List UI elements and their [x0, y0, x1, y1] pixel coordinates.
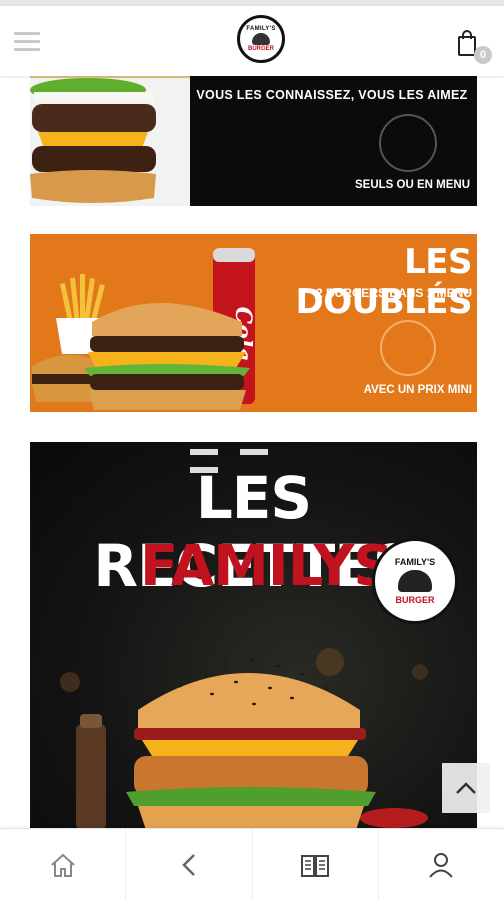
brand-seal: FAMILY'S BURGER — [372, 538, 458, 624]
double-burger-image — [30, 76, 190, 206]
back-arrow-icon — [182, 853, 195, 876]
nav-account-button[interactable] — [379, 829, 504, 900]
banner-title: LES DOUBLÉS — [295, 242, 472, 322]
banner-les-classiques[interactable]: VOUS LES CONNAISSEZ, VOUS LES AIMEZ SEUL… — [30, 76, 477, 206]
chevron-up-icon — [456, 782, 476, 794]
brand-seal-icon — [379, 114, 437, 172]
banner-title-line2: FAMILYS — [140, 534, 394, 599]
banner-tagline: VOUS LES CONNAISSEZ, VOUS LES AIMEZ — [196, 88, 468, 102]
burger-icon — [398, 570, 432, 592]
brand-seal-icon — [380, 320, 436, 376]
nav-menu-button[interactable] — [253, 829, 379, 900]
hamburger-icon[interactable] — [14, 32, 40, 52]
home-icon — [50, 853, 75, 877]
nav-back-button[interactable] — [126, 829, 253, 900]
banner-footer: SEULS OU EN MENU — [354, 179, 470, 191]
seal-text-top: FAMILY'S — [394, 557, 436, 567]
banner-les-doubles[interactable]: Cola LES DOUBLÉS 2 BURGERS DANS 1 MENU A… — [30, 234, 477, 412]
decor-bars — [190, 442, 320, 473]
banner-les-recettes[interactable]: LES RECETTES FAMILYS FAMILY'S BURGER — [30, 442, 477, 830]
user-icon — [429, 852, 454, 878]
chicken-burger-image — [60, 648, 428, 830]
banner-subtitle: 2 BURGERS DANS 1 MENU — [315, 286, 472, 300]
app-header: FAMILY'S BURGER 0 — [0, 6, 504, 76]
book-menu-icon — [301, 854, 330, 877]
banner-footer: AVEC UN PRIX MINI — [363, 384, 472, 396]
cart-count-badge: 0 — [474, 46, 492, 64]
cart-button[interactable]: 0 — [456, 30, 496, 66]
bottom-navigation — [0, 828, 504, 900]
burger-icon — [252, 33, 270, 45]
doubles-menu-image: Cola — [32, 248, 256, 410]
seal-text-bottom: BURGER — [395, 595, 435, 605]
logo-text-bottom: BURGER — [247, 46, 274, 52]
logo-text-top: FAMILY'S — [246, 26, 276, 32]
scroll-to-top-button[interactable] — [442, 763, 490, 813]
nav-home-button[interactable] — [0, 829, 127, 900]
brand-logo[interactable]: FAMILY'S BURGER — [237, 15, 285, 63]
